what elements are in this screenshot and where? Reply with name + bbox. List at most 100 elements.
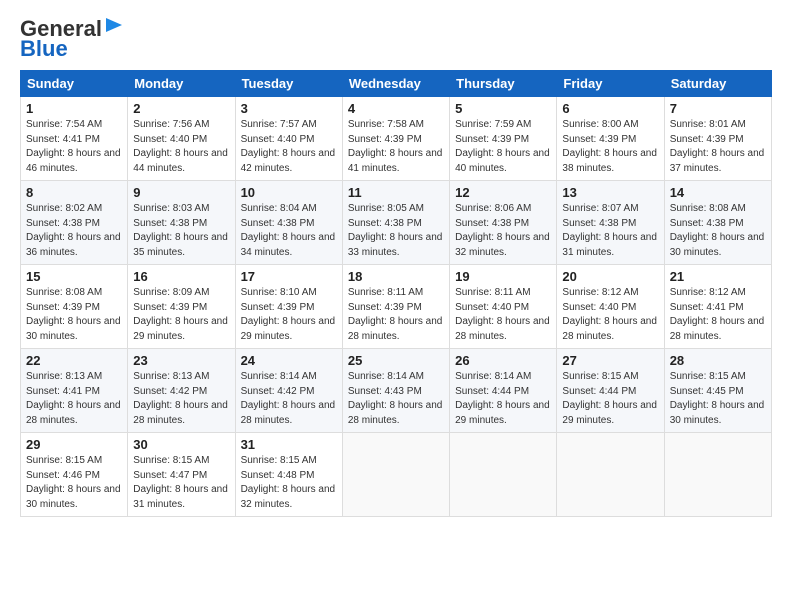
day-number: 3 [241, 101, 337, 116]
page: General Blue SundayMondayTuesdayWednesda… [0, 0, 792, 527]
day-info: Sunrise: 8:15 AMSunset: 4:48 PMDaylight:… [241, 454, 337, 512]
day-number: 11 [348, 185, 444, 200]
calendar-cell: 31 Sunrise: 8:15 AMSunset: 4:48 PMDaylig… [235, 433, 342, 517]
day-number: 6 [562, 101, 658, 116]
calendar-cell: 28 Sunrise: 8:15 AMSunset: 4:45 PMDaylig… [664, 349, 771, 433]
day-info: Sunrise: 8:00 AMSunset: 4:39 PMDaylight:… [562, 118, 658, 176]
day-info: Sunrise: 8:06 AMSunset: 4:38 PMDaylight:… [455, 202, 551, 260]
calendar-week-3: 15 Sunrise: 8:08 AMSunset: 4:39 PMDaylig… [21, 265, 772, 349]
day-number: 14 [670, 185, 766, 200]
calendar-cell: 8 Sunrise: 8:02 AMSunset: 4:38 PMDayligh… [21, 181, 128, 265]
calendar-cell: 23 Sunrise: 8:13 AMSunset: 4:42 PMDaylig… [128, 349, 235, 433]
day-info: Sunrise: 7:56 AMSunset: 4:40 PMDaylight:… [133, 118, 229, 176]
calendar-cell: 29 Sunrise: 8:15 AMSunset: 4:46 PMDaylig… [21, 433, 128, 517]
day-info: Sunrise: 8:07 AMSunset: 4:38 PMDaylight:… [562, 202, 658, 260]
col-header-thursday: Thursday [450, 71, 557, 97]
calendar-cell: 7 Sunrise: 8:01 AMSunset: 4:39 PMDayligh… [664, 97, 771, 181]
day-number: 28 [670, 353, 766, 368]
day-info: Sunrise: 8:03 AMSunset: 4:38 PMDaylight:… [133, 202, 229, 260]
day-info: Sunrise: 8:14 AMSunset: 4:44 PMDaylight:… [455, 370, 551, 428]
day-info: Sunrise: 8:05 AMSunset: 4:38 PMDaylight:… [348, 202, 444, 260]
calendar-week-4: 22 Sunrise: 8:13 AMSunset: 4:41 PMDaylig… [21, 349, 772, 433]
day-info: Sunrise: 8:08 AMSunset: 4:39 PMDaylight:… [26, 286, 122, 344]
day-number: 26 [455, 353, 551, 368]
calendar-cell: 13 Sunrise: 8:07 AMSunset: 4:38 PMDaylig… [557, 181, 664, 265]
calendar-cell: 18 Sunrise: 8:11 AMSunset: 4:39 PMDaylig… [342, 265, 449, 349]
day-number: 13 [562, 185, 658, 200]
calendar-week-5: 29 Sunrise: 8:15 AMSunset: 4:46 PMDaylig… [21, 433, 772, 517]
calendar-cell: 2 Sunrise: 7:56 AMSunset: 4:40 PMDayligh… [128, 97, 235, 181]
day-number: 27 [562, 353, 658, 368]
calendar-cell: 4 Sunrise: 7:58 AMSunset: 4:39 PMDayligh… [342, 97, 449, 181]
day-number: 18 [348, 269, 444, 284]
day-number: 12 [455, 185, 551, 200]
day-info: Sunrise: 8:02 AMSunset: 4:38 PMDaylight:… [26, 202, 122, 260]
calendar-cell: 25 Sunrise: 8:14 AMSunset: 4:43 PMDaylig… [342, 349, 449, 433]
calendar-cell: 26 Sunrise: 8:14 AMSunset: 4:44 PMDaylig… [450, 349, 557, 433]
calendar-cell: 15 Sunrise: 8:08 AMSunset: 4:39 PMDaylig… [21, 265, 128, 349]
calendar-cell: 30 Sunrise: 8:15 AMSunset: 4:47 PMDaylig… [128, 433, 235, 517]
day-info: Sunrise: 8:15 AMSunset: 4:45 PMDaylight:… [670, 370, 766, 428]
calendar-cell: 21 Sunrise: 8:12 AMSunset: 4:41 PMDaylig… [664, 265, 771, 349]
calendar-cell: 20 Sunrise: 8:12 AMSunset: 4:40 PMDaylig… [557, 265, 664, 349]
day-number: 15 [26, 269, 122, 284]
logo: General Blue [20, 16, 126, 62]
day-number: 20 [562, 269, 658, 284]
day-info: Sunrise: 8:01 AMSunset: 4:39 PMDaylight:… [670, 118, 766, 176]
calendar-header-row: SundayMondayTuesdayWednesdayThursdayFrid… [21, 71, 772, 97]
day-info: Sunrise: 8:11 AMSunset: 4:39 PMDaylight:… [348, 286, 444, 344]
calendar-cell [342, 433, 449, 517]
col-header-saturday: Saturday [664, 71, 771, 97]
col-header-wednesday: Wednesday [342, 71, 449, 97]
day-info: Sunrise: 7:57 AMSunset: 4:40 PMDaylight:… [241, 118, 337, 176]
day-number: 29 [26, 437, 122, 452]
calendar-cell: 1 Sunrise: 7:54 AMSunset: 4:41 PMDayligh… [21, 97, 128, 181]
day-info: Sunrise: 8:13 AMSunset: 4:42 PMDaylight:… [133, 370, 229, 428]
day-number: 22 [26, 353, 122, 368]
day-info: Sunrise: 8:13 AMSunset: 4:41 PMDaylight:… [26, 370, 122, 428]
day-number: 23 [133, 353, 229, 368]
day-info: Sunrise: 8:15 AMSunset: 4:47 PMDaylight:… [133, 454, 229, 512]
day-number: 17 [241, 269, 337, 284]
calendar-cell: 9 Sunrise: 8:03 AMSunset: 4:38 PMDayligh… [128, 181, 235, 265]
calendar-cell: 22 Sunrise: 8:13 AMSunset: 4:41 PMDaylig… [21, 349, 128, 433]
day-info: Sunrise: 8:08 AMSunset: 4:38 PMDaylight:… [670, 202, 766, 260]
calendar-cell: 6 Sunrise: 8:00 AMSunset: 4:39 PMDayligh… [557, 97, 664, 181]
day-info: Sunrise: 8:14 AMSunset: 4:42 PMDaylight:… [241, 370, 337, 428]
day-info: Sunrise: 8:04 AMSunset: 4:38 PMDaylight:… [241, 202, 337, 260]
col-header-monday: Monday [128, 71, 235, 97]
day-info: Sunrise: 7:59 AMSunset: 4:39 PMDaylight:… [455, 118, 551, 176]
day-number: 2 [133, 101, 229, 116]
calendar-cell: 19 Sunrise: 8:11 AMSunset: 4:40 PMDaylig… [450, 265, 557, 349]
calendar-table: SundayMondayTuesdayWednesdayThursdayFrid… [20, 70, 772, 517]
calendar-cell: 14 Sunrise: 8:08 AMSunset: 4:38 PMDaylig… [664, 181, 771, 265]
day-info: Sunrise: 8:15 AMSunset: 4:46 PMDaylight:… [26, 454, 122, 512]
calendar-cell: 3 Sunrise: 7:57 AMSunset: 4:40 PMDayligh… [235, 97, 342, 181]
day-number: 30 [133, 437, 229, 452]
logo-blue: Blue [20, 36, 68, 62]
calendar-cell: 27 Sunrise: 8:15 AMSunset: 4:44 PMDaylig… [557, 349, 664, 433]
day-number: 16 [133, 269, 229, 284]
day-info: Sunrise: 8:11 AMSunset: 4:40 PMDaylight:… [455, 286, 551, 344]
day-number: 10 [241, 185, 337, 200]
day-info: Sunrise: 8:09 AMSunset: 4:39 PMDaylight:… [133, 286, 229, 344]
day-number: 25 [348, 353, 444, 368]
calendar-week-2: 8 Sunrise: 8:02 AMSunset: 4:38 PMDayligh… [21, 181, 772, 265]
day-number: 9 [133, 185, 229, 200]
day-number: 31 [241, 437, 337, 452]
day-number: 24 [241, 353, 337, 368]
day-number: 5 [455, 101, 551, 116]
logo-arrow-icon [104, 14, 126, 36]
header: General Blue [20, 16, 772, 62]
day-info: Sunrise: 8:12 AMSunset: 4:40 PMDaylight:… [562, 286, 658, 344]
calendar-week-1: 1 Sunrise: 7:54 AMSunset: 4:41 PMDayligh… [21, 97, 772, 181]
calendar-cell [450, 433, 557, 517]
calendar-cell: 17 Sunrise: 8:10 AMSunset: 4:39 PMDaylig… [235, 265, 342, 349]
calendar-cell [664, 433, 771, 517]
calendar-cell [557, 433, 664, 517]
day-number: 21 [670, 269, 766, 284]
calendar-cell: 5 Sunrise: 7:59 AMSunset: 4:39 PMDayligh… [450, 97, 557, 181]
day-info: Sunrise: 8:15 AMSunset: 4:44 PMDaylight:… [562, 370, 658, 428]
day-info: Sunrise: 8:10 AMSunset: 4:39 PMDaylight:… [241, 286, 337, 344]
day-number: 7 [670, 101, 766, 116]
